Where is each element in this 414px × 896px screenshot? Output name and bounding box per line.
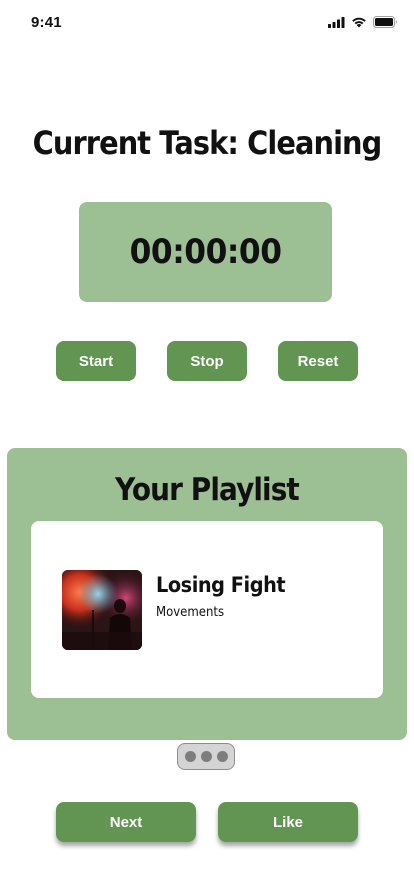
album-art-image: [62, 570, 142, 650]
start-button[interactable]: Start: [56, 341, 136, 381]
reset-button[interactable]: Reset: [278, 341, 358, 381]
battery-icon: [373, 16, 397, 28]
status-bar: 9:41: [0, 0, 414, 44]
timer-display: 00:00:00: [129, 232, 282, 272]
timer-box: 00:00:00: [79, 202, 332, 302]
like-button[interactable]: Like: [218, 802, 358, 842]
status-time: 9:41: [31, 14, 62, 31]
playlist-panel: Your Playlist Losing Fight Movements: [7, 448, 407, 740]
wifi-icon: [352, 17, 366, 28]
page-title: Current Task: Cleaning: [32, 124, 383, 162]
dot-icon: [200, 751, 212, 762]
track-card[interactable]: Losing Fight Movements: [31, 521, 383, 698]
dot-icon: [184, 751, 196, 762]
signal-icon: [328, 16, 345, 28]
playlist-heading: Your Playlist: [115, 472, 300, 508]
more-dots-icon[interactable]: [177, 743, 235, 770]
track-artist: Movements: [156, 605, 225, 620]
album-art: [62, 570, 142, 650]
status-icons: [328, 16, 398, 28]
next-button[interactable]: Next: [56, 802, 196, 842]
stop-button[interactable]: Stop: [167, 341, 247, 381]
dot-icon: [216, 751, 228, 762]
track-title: Losing Fight: [156, 573, 286, 597]
